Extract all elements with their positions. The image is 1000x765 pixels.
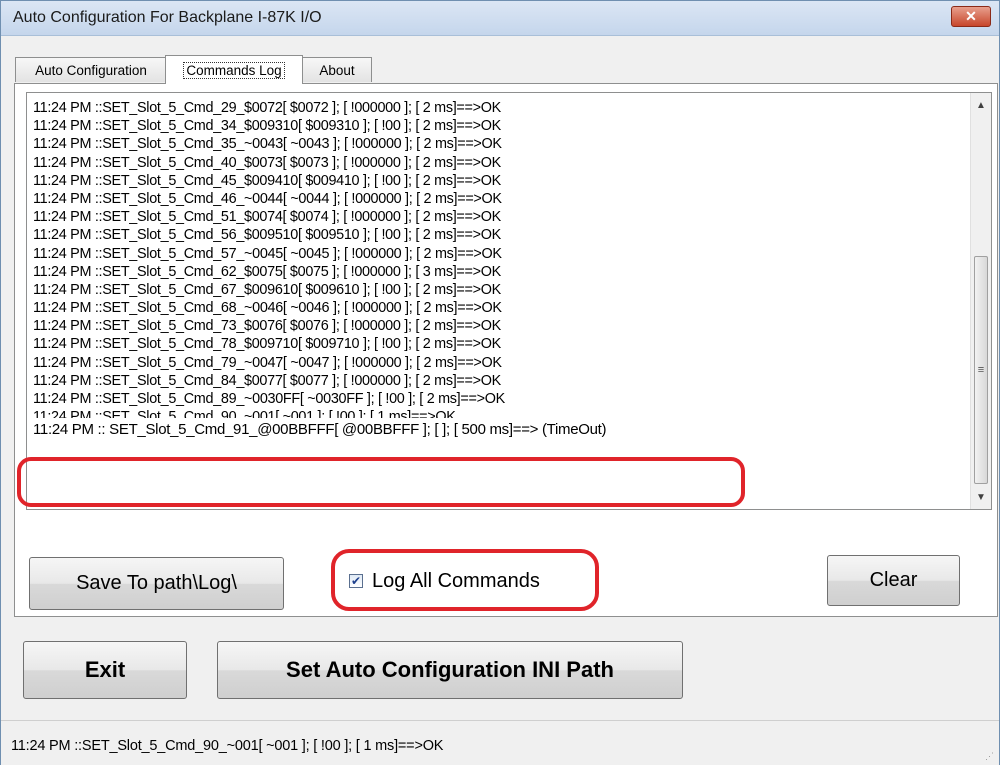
log-line[interactable]: 11:24 PM ::SET_Slot_5_Cmd_40_$0073[ $007… <box>33 154 953 172</box>
tab-commands-log[interactable]: Commands Log <box>165 55 303 84</box>
status-text: 11:24 PM ::SET_Slot_5_Cmd_90_~001[ ~001 … <box>11 738 444 754</box>
window-title: Auto Configuration For Backplane I-87K I… <box>13 9 322 26</box>
exit-button-label: Exit <box>84 657 126 682</box>
clear-button[interactable]: Clear <box>827 555 960 606</box>
clear-button-label: Clear <box>869 569 918 591</box>
close-button[interactable]: ✕ <box>951 6 991 27</box>
log-line[interactable]: 11:24 PM ::SET_Slot_5_Cmd_35_~0043[ ~004… <box>33 135 953 153</box>
resize-grip-icon[interactable]: ⋰ <box>985 751 995 761</box>
scroll-thumb[interactable]: ≡ <box>974 256 988 484</box>
log-line[interactable]: 11:24 PM ::SET_Slot_5_Cmd_78_$009710[ $0… <box>33 335 953 353</box>
log-line[interactable]: 11:24 PM ::SET_Slot_5_Cmd_56_$009510[ $0… <box>33 226 953 244</box>
title-bar[interactable]: Auto Configuration For Backplane I-87K I… <box>1 1 999 36</box>
log-line[interactable]: 11:24 PM ::SET_Slot_5_Cmd_84_$0077[ $007… <box>33 372 953 390</box>
log-line-timeout[interactable]: 11:24 PM :: SET_Slot_5_Cmd_91_@00BBFFF[ … <box>33 421 953 439</box>
highlight-annotation-timeout-line <box>17 457 745 507</box>
log-line[interactable]: 11:24 PM ::SET_Slot_5_Cmd_90_~001[ ~001 … <box>33 408 953 418</box>
log-line[interactable]: 11:24 PM ::SET_Slot_5_Cmd_73_$0076[ $007… <box>33 317 953 335</box>
app-window: Auto Configuration For Backplane I-87K I… <box>0 0 1000 765</box>
commands-log-list[interactable]: 11:24 PM ::SET_Slot_5_Cmd_29_$0072[ $007… <box>26 92 992 510</box>
tab-about[interactable]: About <box>302 57 372 82</box>
log-line[interactable]: 11:24 PM ::SET_Slot_5_Cmd_34_$009310[ $0… <box>33 117 953 135</box>
log-line[interactable]: 11:24 PM ::SET_Slot_5_Cmd_45_$009410[ $0… <box>33 172 953 190</box>
log-lines: 11:24 PM ::SET_Slot_5_Cmd_29_$0072[ $007… <box>33 99 953 503</box>
log-line[interactable]: 11:24 PM ::SET_Slot_5_Cmd_79_~0047[ ~004… <box>33 354 953 372</box>
log-line[interactable]: 11:24 PM ::SET_Slot_5_Cmd_62_$0075[ $007… <box>33 263 953 281</box>
log-line[interactable]: 11:24 PM ::SET_Slot_5_Cmd_46_~0044[ ~004… <box>33 190 953 208</box>
commands-log-panel: 11:24 PM ::SET_Slot_5_Cmd_29_$0072[ $007… <box>14 83 998 617</box>
save-to-log-button[interactable]: Save To path\Log\ <box>29 557 284 610</box>
exit-button[interactable]: Exit <box>23 641 187 699</box>
tab-auto-configuration[interactable]: Auto Configuration <box>15 57 167 82</box>
tab-label: About <box>319 62 355 78</box>
scroll-down-icon[interactable]: ▼ <box>971 487 991 507</box>
highlight-annotation-checkbox <box>331 549 599 611</box>
tab-label: Auto Configuration <box>35 62 147 78</box>
log-line[interactable]: 11:24 PM ::SET_Slot_5_Cmd_89_~0030FF[ ~0… <box>33 390 953 408</box>
log-line[interactable]: 11:24 PM ::SET_Slot_5_Cmd_29_$0072[ $007… <box>33 99 953 117</box>
log-line[interactable]: 11:24 PM ::SET_Slot_5_Cmd_57_~0045[ ~004… <box>33 245 953 263</box>
status-bar: 11:24 PM ::SET_Slot_5_Cmd_90_~001[ ~001 … <box>1 720 999 765</box>
log-scrollbar[interactable]: ▲ ≡ ▼ <box>970 93 991 509</box>
log-line[interactable]: 11:24 PM ::SET_Slot_5_Cmd_68_~0046[ ~004… <box>33 299 953 317</box>
set-ini-path-label: Set Auto Configuration INI Path <box>286 657 614 682</box>
log-line[interactable]: 11:24 PM ::SET_Slot_5_Cmd_67_$009610[ $0… <box>33 281 953 299</box>
tab-label: Commands Log <box>183 61 285 79</box>
set-ini-path-button[interactable]: Set Auto Configuration INI Path <box>217 641 683 699</box>
scroll-up-icon[interactable]: ▲ <box>971 95 991 115</box>
close-icon: ✕ <box>965 8 977 24</box>
log-line[interactable]: 11:24 PM ::SET_Slot_5_Cmd_51_$0074[ $007… <box>33 208 953 226</box>
save-button-label: Save To path\Log\ <box>76 572 237 594</box>
